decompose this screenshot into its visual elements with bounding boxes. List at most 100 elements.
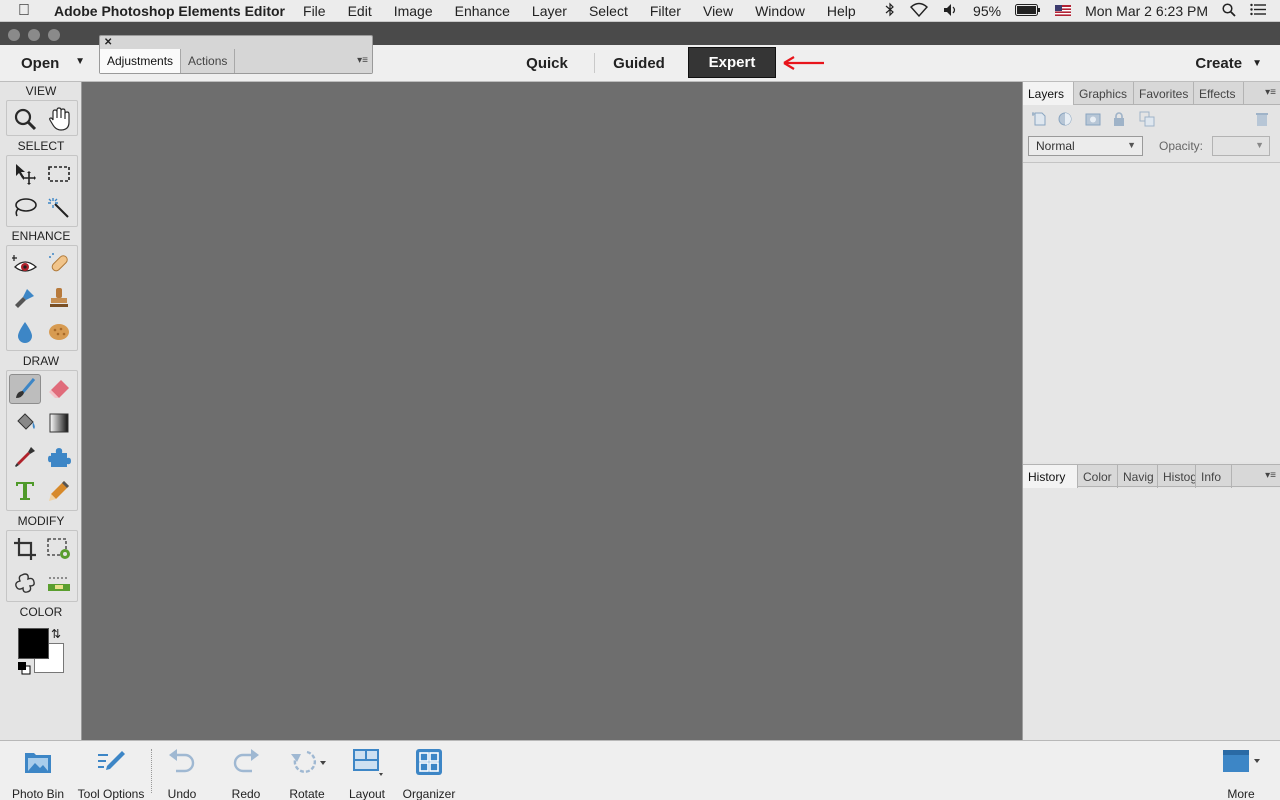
create-button[interactable]: Create ▼	[1195, 45, 1262, 82]
close-icon[interactable]: ✕	[104, 37, 112, 48]
clock[interactable]: Mon Mar 2 6:23 PM	[1085, 3, 1208, 19]
history-list[interactable]	[1023, 488, 1280, 740]
volume-icon[interactable]	[943, 3, 959, 20]
tab-layers[interactable]: Layers	[1023, 82, 1074, 105]
recompose-tool[interactable]	[43, 534, 75, 564]
notification-center-icon[interactable]	[1250, 3, 1266, 19]
custom-shape-tool[interactable]	[43, 442, 75, 472]
tab-history[interactable]: History	[1023, 465, 1078, 488]
menu-filter[interactable]: Filter	[650, 3, 681, 19]
mode-quick[interactable]: Quick	[513, 45, 581, 82]
chevron-down-icon[interactable]: ▼	[75, 56, 85, 67]
default-colors-icon[interactable]	[17, 661, 31, 675]
add-layer-mask-icon[interactable]	[1085, 111, 1101, 127]
zoom-window-button[interactable]	[48, 29, 60, 41]
marquee-tool[interactable]	[43, 159, 75, 189]
organizer-icon	[415, 747, 443, 777]
app-menu[interactable]: Adobe Photoshop Elements Editor	[54, 3, 285, 19]
mode-guided[interactable]: Guided	[605, 45, 673, 82]
tab-histogram[interactable]: Histog	[1158, 465, 1196, 488]
magic-wand-tool[interactable]	[43, 193, 75, 223]
opacity-input[interactable]: ▼	[1212, 136, 1270, 156]
foreground-color-swatch[interactable]	[18, 628, 49, 659]
tab-info[interactable]: Info	[1196, 465, 1232, 488]
type-tool[interactable]	[9, 476, 41, 506]
close-window-button[interactable]	[8, 29, 20, 41]
undo-button[interactable]: Undo	[160, 741, 204, 800]
photo-bin-button[interactable]: Photo Bin	[4, 741, 72, 800]
annotation-arrow-icon	[783, 56, 824, 70]
healing-tool[interactable]	[43, 249, 75, 279]
panel-menu-icon[interactable]: ▾≡	[1265, 87, 1276, 98]
tool-group-select	[6, 155, 78, 227]
tab-adjustments[interactable]: Adjustments	[100, 49, 182, 73]
spotlight-icon[interactable]	[1222, 2, 1236, 20]
blur-tool[interactable]	[9, 317, 41, 347]
menu-window[interactable]: Window	[755, 3, 805, 19]
tab-favorites[interactable]: Favorites	[1134, 82, 1194, 105]
panel-menu-icon[interactable]: ▾≡	[357, 55, 368, 66]
rotate-button[interactable]: Rotate	[284, 741, 330, 800]
chevron-down-icon: ▼	[1127, 140, 1136, 150]
layout-button[interactable]: Layout	[344, 741, 390, 800]
gradient-tool[interactable]	[43, 408, 75, 438]
apple-icon[interactable]: 	[18, 2, 38, 20]
tab-color[interactable]: Color	[1078, 465, 1118, 488]
swap-colors-icon[interactable]: ⇅	[51, 627, 61, 641]
layers-list[interactable]	[1023, 162, 1280, 462]
hand-tool[interactable]	[43, 104, 75, 134]
eraser-tool[interactable]	[43, 374, 75, 404]
panel-menu-icon[interactable]: ▾≡	[1265, 470, 1276, 481]
section-label-enhance: ENHANCE	[11, 229, 71, 243]
new-adjustment-layer-icon[interactable]	[1057, 111, 1073, 127]
menu-edit[interactable]: Edit	[348, 3, 372, 19]
crop-tool[interactable]	[9, 534, 41, 564]
tool-group-modify	[6, 530, 78, 602]
minimize-window-button[interactable]	[28, 29, 40, 41]
chevron-down-icon[interactable]: ▼	[1255, 140, 1264, 150]
menu-help[interactable]: Help	[827, 3, 856, 19]
battery-icon[interactable]	[1015, 3, 1041, 19]
flag-icon[interactable]	[1055, 3, 1072, 19]
brush-tool[interactable]	[9, 374, 41, 404]
tool-options-button[interactable]: Tool Options	[72, 741, 150, 800]
lasso-tool[interactable]	[9, 193, 41, 223]
organizer-button[interactable]: Organizer	[398, 741, 460, 800]
mode-expert[interactable]: Expert	[688, 47, 776, 78]
menu-file[interactable]: File	[303, 3, 326, 19]
smart-brush-tool[interactable]	[9, 283, 41, 313]
content-aware-move-tool[interactable]	[9, 568, 41, 598]
tab-navigator[interactable]: Navig	[1118, 465, 1158, 488]
lock-transparency-icon[interactable]	[1139, 111, 1155, 127]
straighten-tool[interactable]	[43, 568, 75, 598]
menu-image[interactable]: Image	[394, 3, 433, 19]
redo-button[interactable]: Redo	[224, 741, 268, 800]
trash-icon[interactable]	[1254, 111, 1270, 127]
move-icon	[16, 164, 36, 185]
lock-icon[interactable]	[1111, 111, 1127, 127]
menu-enhance[interactable]: Enhance	[455, 3, 510, 19]
menu-view[interactable]: View	[703, 3, 733, 19]
menu-select[interactable]: Select	[589, 3, 628, 19]
bluetooth-icon[interactable]	[885, 2, 895, 20]
more-button[interactable]: More	[1218, 741, 1264, 800]
new-layer-icon[interactable]	[1032, 111, 1048, 127]
tab-effects[interactable]: Effects	[1194, 82, 1244, 105]
more-icon	[1221, 747, 1261, 777]
document-canvas[interactable]	[82, 82, 1022, 740]
clone-stamp-tool[interactable]	[43, 283, 75, 313]
wifi-icon[interactable]	[909, 2, 929, 20]
tab-actions[interactable]: Actions	[181, 49, 236, 73]
menu-layer[interactable]: Layer	[532, 3, 567, 19]
eyedropper-tool[interactable]	[9, 442, 41, 472]
sponge-tool[interactable]	[43, 317, 75, 347]
zoom-tool[interactable]	[9, 104, 41, 134]
blend-mode-select[interactable]: Normal ▼	[1028, 136, 1143, 156]
panel-bin: Layers Graphics Favorites Effects ▾≡ Nor…	[1022, 82, 1280, 740]
paint-bucket-tool[interactable]	[9, 408, 41, 438]
tab-graphics[interactable]: Graphics	[1074, 82, 1134, 105]
open-button[interactable]: Open ▼	[8, 45, 88, 82]
red-eye-tool[interactable]	[9, 249, 41, 279]
pencil-tool[interactable]	[43, 476, 75, 506]
move-tool[interactable]	[9, 159, 41, 189]
